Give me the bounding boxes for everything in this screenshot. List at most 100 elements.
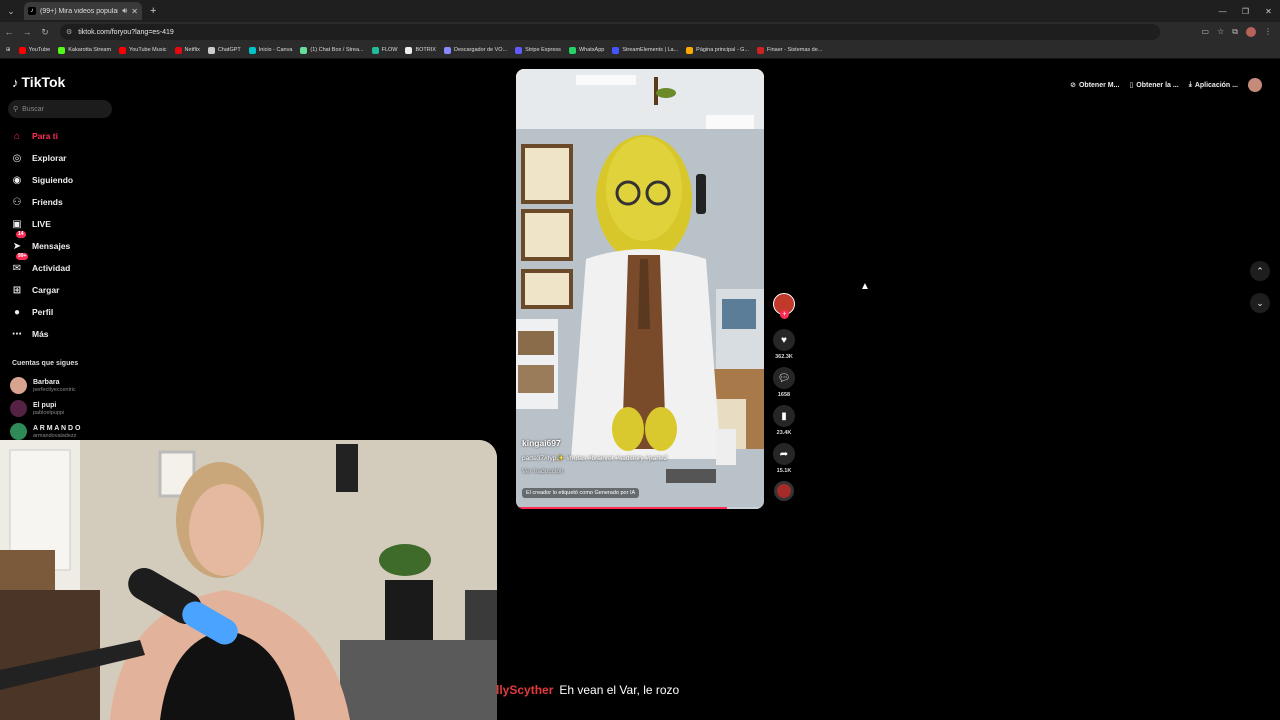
bookmark-favicon-icon	[300, 46, 308, 54]
reload-icon[interactable]: ↻	[36, 27, 54, 38]
bookmark-item[interactable]: BOTRIX	[405, 46, 436, 54]
bookmark-item[interactable]: YouTube Music	[119, 46, 167, 54]
top-actions: ⊘ Obtener M... ▯ Obtener la ... ⤓ Aplicación …	[1070, 78, 1262, 92]
heart-icon[interactable]: ♥	[773, 329, 795, 351]
back-icon[interactable]: ←	[0, 27, 18, 37]
music-disc-icon[interactable]	[774, 481, 794, 501]
bookmark-item[interactable]: FLOW	[371, 46, 397, 54]
search-input[interactable]: ⚲ Buscar	[8, 100, 112, 118]
sidebar-item-live[interactable]: ▣ LIVE	[10, 213, 120, 235]
bookmark-item[interactable]: YouTube	[18, 46, 51, 54]
following-account[interactable]: Barbara perfectlyeccentric	[10, 374, 80, 397]
video-player[interactable]: kingai697 parte37#fyp✨ #frutas #brainrot…	[516, 69, 764, 509]
sidebar-item-más[interactable]: ⋯ Más	[10, 323, 120, 345]
site-info-icon[interactable]: ⚙	[66, 28, 72, 36]
sidebar-item-cargar[interactable]: ⊞ Cargar	[10, 279, 120, 301]
bookmark-item[interactable]: (1) Chat Box / Strea...	[300, 46, 364, 54]
bookmark-favicon-icon	[58, 46, 66, 54]
tiktok-logo[interactable]: ♪ TikTok	[12, 74, 65, 90]
new-tab-button[interactable]: +	[150, 5, 156, 17]
sidebar-item-label: Actividad	[32, 263, 71, 273]
forward-icon[interactable]: →	[18, 27, 36, 37]
live-icon: ▣	[12, 218, 22, 230]
sidebar-item-perfil[interactable]: ● Perfil	[10, 301, 120, 323]
more-icon: ⋯	[12, 328, 22, 340]
menu-icon[interactable]: ⋮	[1264, 27, 1272, 37]
top-action-button[interactable]: ⤓ Aplicación ...	[1189, 81, 1238, 89]
compass-icon: ◎	[12, 152, 22, 164]
window-controls: — ❐ ✕	[1211, 7, 1280, 16]
close-window-icon[interactable]: ✕	[1257, 7, 1280, 16]
restore-icon[interactable]: ❐	[1234, 7, 1257, 16]
sidebar-item-siguiendo[interactable]: ◉ Siguiendo	[10, 169, 120, 191]
bookmark-label: BOTRIX	[415, 47, 436, 53]
sidebar-item-para-ti[interactable]: ⌂ Para ti	[10, 125, 120, 147]
share-icon[interactable]: ➦	[773, 443, 795, 465]
bookmark-item[interactable]: WhatsApp	[568, 46, 605, 54]
bookmark-item[interactable]: Página principal - G...	[686, 46, 749, 54]
bookmark-star-icon[interactable]: ☆	[1217, 27, 1224, 37]
action-rail: + ♥ 362.3K 💬︎ 1658 ▮ 23.4K ➦ 15.1K	[771, 293, 797, 501]
following-account[interactable]: El pupi pabloelpuppi	[10, 397, 80, 420]
bookmark-item[interactable]: Descargador de VO...	[443, 46, 507, 54]
user-avatar[interactable]	[1248, 78, 1262, 92]
video-progress-bar[interactable]	[516, 507, 764, 509]
sidebar-item-explorar[interactable]: ◎ Explorar	[10, 147, 120, 169]
url-bar[interactable]: ⚙ tiktok.com/foryou?lang=es-419	[60, 24, 1160, 40]
video-username[interactable]: kingai697	[522, 438, 758, 448]
next-video-button[interactable]: ⌄	[1250, 293, 1270, 313]
video-progress-fill	[516, 507, 727, 509]
video-meta: kingai697 parte37#fyp✨ #frutas #brainrot…	[522, 438, 758, 499]
extensions-icon[interactable]: ⧉	[1232, 27, 1238, 37]
top-action-button[interactable]: ⊘ Obtener M...	[1070, 81, 1119, 90]
browser-tab[interactable]: ♪ (99+) Mira videos populares 🔊︎ ✕	[24, 2, 142, 20]
bookmark-label: YouTube	[28, 47, 51, 53]
following-name: Barbara	[33, 378, 60, 386]
sidebar-item-friends[interactable]: ⚇ Friends	[10, 191, 120, 213]
following-name: El pupi	[33, 401, 57, 409]
minimize-icon[interactable]: —	[1211, 7, 1234, 16]
bookmark-item[interactable]: Finaer - Sistemas de...	[757, 46, 822, 54]
bookmark-item[interactable]: Inicio - Canva	[248, 46, 293, 54]
bookmark-label: StreamElements | La...	[622, 47, 679, 53]
tab-search-icon[interactable]: ⌄	[2, 2, 20, 20]
cast-icon[interactable]: ▭	[1202, 27, 1210, 37]
follow-plus-icon[interactable]: +	[780, 310, 789, 319]
tab-mute-icon[interactable]: 🔊︎	[122, 6, 127, 16]
bookmark-item[interactable]: Kakarotta Stream	[58, 46, 112, 54]
sidebar-item-label: Friends	[32, 197, 63, 207]
bookmark-item[interactable]: Stripe Express	[515, 46, 561, 54]
chat-message: Eh vean el Var, le rozo	[559, 683, 680, 697]
share-count: 15.1K	[776, 468, 792, 474]
profile-avatar[interactable]	[1246, 27, 1256, 37]
bookmark-label: Inicio - Canva	[258, 47, 293, 53]
previous-video-button[interactable]: ⌃	[1250, 261, 1270, 281]
see-translation-link[interactable]: Ver traducción	[522, 468, 758, 475]
save-action[interactable]: ▮ 23.4K	[773, 405, 795, 436]
video-description[interactable]: parte37#fyp✨ #frutas #brainrot #sadstory…	[522, 454, 758, 462]
sidebar-item-actividad[interactable]: ✉ 99+ Actividad	[10, 253, 120, 279]
bookmark-label: WhatsApp	[578, 47, 605, 53]
creator-avatar[interactable]: +	[773, 293, 795, 319]
tab-close-icon[interactable]: ✕	[131, 7, 138, 16]
upload-icon: ⊞	[12, 284, 22, 296]
toolbar-right: ▭ ☆ ⧉ ⋮	[1202, 27, 1280, 37]
bookmark-icon[interactable]: ▮	[773, 405, 795, 427]
bookmark-favicon-icon	[207, 46, 215, 54]
coin-icon: ⊘	[1070, 82, 1076, 89]
comment-action[interactable]: 💬︎ 1658	[773, 367, 795, 398]
top-action-button[interactable]: ▯ Obtener la ...	[1129, 81, 1178, 90]
following-list: Barbara perfectlyeccentric El pupi pabloelp…	[10, 374, 80, 443]
share-action[interactable]: ➦ 15.1K	[773, 443, 795, 474]
mouse-cursor-icon: ▲	[860, 281, 870, 292]
following-icon: ◉	[12, 174, 22, 186]
like-action[interactable]: ♥ 362.3K	[773, 329, 795, 360]
bookmark-item[interactable]: ChatGPT	[207, 46, 241, 54]
apps-icon[interactable]: ⊞	[6, 47, 11, 53]
bookmark-label: Kakarotta Stream	[68, 47, 112, 53]
search-placeholder: Buscar	[22, 105, 44, 113]
comment-icon[interactable]: 💬︎	[773, 367, 795, 389]
bookmark-item[interactable]: StreamElements | La...	[612, 46, 679, 54]
bookmark-favicon-icon	[405, 46, 413, 54]
bookmark-item[interactable]: Netflix	[174, 46, 200, 54]
